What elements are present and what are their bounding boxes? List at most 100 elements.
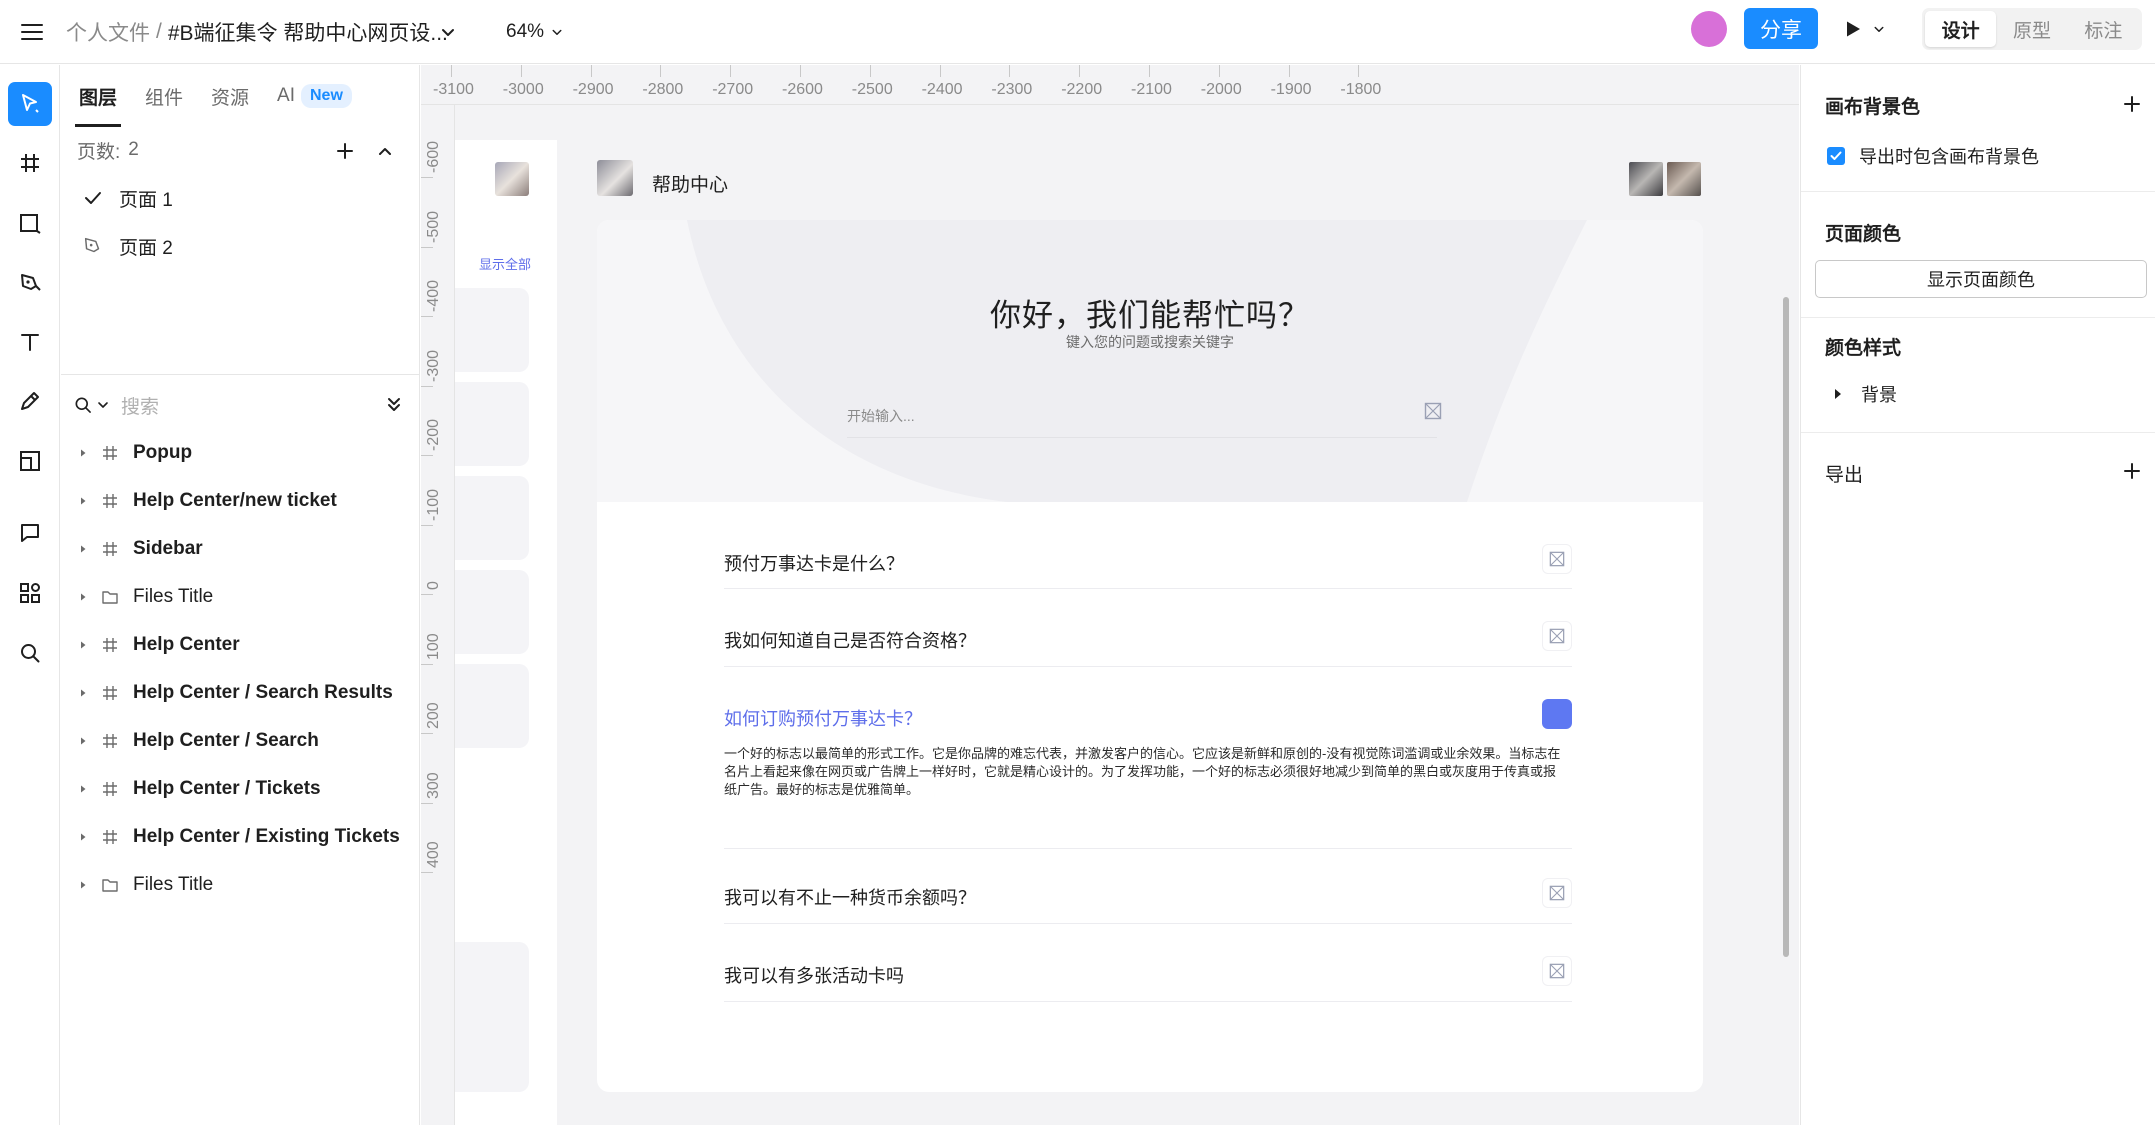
file-name[interactable]: #B端征集令 帮助中心网页设... bbox=[168, 17, 448, 47]
show-all-link[interactable]: 显示全部 bbox=[479, 254, 531, 273]
menu-icon[interactable] bbox=[14, 14, 50, 50]
tab-components[interactable]: 组件 bbox=[145, 65, 183, 127]
caret-right-icon[interactable] bbox=[75, 688, 91, 698]
caret-right-icon[interactable] bbox=[75, 544, 91, 554]
layer-row[interactable]: Help Center/new ticket bbox=[75, 481, 415, 521]
expand-all-button[interactable] bbox=[381, 391, 407, 417]
ruler-label: -1800 bbox=[1340, 81, 1382, 98]
search-tool[interactable] bbox=[8, 631, 52, 675]
comment-tool[interactable] bbox=[8, 511, 52, 555]
layer-row[interactable]: Files Title bbox=[75, 577, 415, 617]
page-name: 页面 2 bbox=[119, 237, 173, 259]
search-input[interactable]: 搜索 bbox=[121, 392, 159, 419]
frame-icon bbox=[21, 154, 39, 172]
faq-toggle[interactable] bbox=[1542, 621, 1572, 651]
panel-tabs: 图层 组件 资源 AI New bbox=[61, 65, 420, 127]
collapse-pages-button[interactable] bbox=[371, 137, 399, 165]
share-button[interactable]: 分享 bbox=[1744, 8, 1818, 49]
zoom-control[interactable]: 64% bbox=[506, 16, 566, 48]
tab-design[interactable]: 设计 bbox=[1925, 11, 1997, 47]
faq-toggle[interactable] bbox=[1542, 878, 1572, 908]
faq-divider bbox=[724, 588, 1572, 589]
ruler-tick bbox=[421, 663, 433, 665]
show-page-color-button[interactable]: 显示页面颜色 bbox=[1815, 260, 2147, 298]
tab-layers[interactable]: 图层 bbox=[74, 65, 122, 127]
caret-right-icon[interactable] bbox=[75, 592, 91, 602]
user-avatar-image bbox=[1667, 162, 1701, 196]
layer-row[interactable]: Sidebar bbox=[75, 529, 415, 569]
ruler-tick bbox=[421, 594, 433, 595]
add-canvas-bg-button[interactable] bbox=[2119, 91, 2145, 117]
add-page-button[interactable] bbox=[331, 137, 359, 165]
pencil-tool[interactable] bbox=[8, 379, 52, 423]
image-placeholder-icon bbox=[1549, 963, 1565, 979]
layer-row[interactable]: Help Center / Tickets bbox=[75, 769, 415, 809]
checkbox-checked[interactable] bbox=[1827, 147, 1845, 165]
page-item-1[interactable]: 页面 1 bbox=[81, 178, 401, 218]
layer-row[interactable]: Help Center / Existing Tickets bbox=[75, 817, 415, 857]
faq-toggle[interactable] bbox=[1542, 699, 1572, 729]
layer-row[interactable]: Help Center / Search Results bbox=[75, 673, 415, 713]
faq-toggle[interactable] bbox=[1542, 544, 1572, 574]
tab-prototype[interactable]: 原型 bbox=[1996, 11, 2067, 47]
caret-right-icon[interactable] bbox=[75, 496, 91, 506]
ruler-label: -2200 bbox=[1061, 81, 1103, 98]
ruler-label: -2700 bbox=[712, 81, 754, 98]
page-item-2[interactable]: 页面 2 bbox=[81, 226, 401, 266]
help-center-frame[interactable]: 帮助中心 你好，我们能帮忙吗？ 键入您的问题或搜索关键字 开始输入... 预付万… bbox=[597, 140, 1703, 1100]
layer-row[interactable]: Help Center bbox=[75, 625, 415, 665]
caret-right-icon[interactable] bbox=[75, 832, 91, 842]
caret-right-icon[interactable] bbox=[75, 784, 91, 794]
faq-question: 如何订购预付万事达卡？ bbox=[724, 709, 922, 729]
layer-row[interactable]: Help Center / Search bbox=[75, 721, 415, 761]
hero-subheading: 键入您的问题或搜索关键字 bbox=[1066, 334, 1234, 350]
sidebar-card bbox=[455, 570, 529, 654]
ruler-tick bbox=[1218, 65, 1220, 77]
ruler-label: -1900 bbox=[1270, 81, 1312, 98]
pen-tool[interactable] bbox=[8, 261, 52, 305]
caret-right-icon[interactable] bbox=[75, 448, 91, 458]
plugins-tool[interactable] bbox=[8, 571, 52, 615]
chevron-down-icon bbox=[98, 402, 108, 408]
tab-inspect[interactable]: 标注 bbox=[2068, 11, 2139, 47]
sidebar-card bbox=[455, 288, 529, 372]
layer-name: Help Center/new ticket bbox=[133, 490, 337, 511]
faq-divider bbox=[724, 848, 1572, 849]
layer-row[interactable]: Files Title bbox=[75, 865, 415, 905]
canvas-bg-title: 画布背景色 bbox=[1825, 97, 1921, 118]
zoom-value: 64% bbox=[506, 21, 545, 42]
frame-tool[interactable] bbox=[8, 141, 52, 185]
properties-panel: 画布背景色 导出时包含画布背景色 页面颜色 显示页面颜色 颜色样式 背景 导出 bbox=[1800, 65, 2155, 1125]
slice-tool[interactable] bbox=[8, 439, 52, 483]
chevron-down-icon bbox=[1874, 26, 1884, 32]
tab-assets[interactable]: 资源 bbox=[211, 65, 249, 127]
caret-right-icon[interactable] bbox=[75, 736, 91, 746]
present-button[interactable] bbox=[1844, 14, 1892, 44]
include-bg-option[interactable]: 导出时包含画布背景色 bbox=[1827, 141, 2039, 171]
color-style-item-background[interactable]: 背景 bbox=[1831, 379, 1897, 409]
rectangle-tool[interactable] bbox=[8, 201, 52, 245]
ruler-tick bbox=[1079, 65, 1081, 77]
user-avatar[interactable] bbox=[1691, 11, 1727, 47]
add-export-button[interactable] bbox=[2119, 458, 2145, 484]
chevron-down-icon[interactable] bbox=[436, 20, 460, 44]
help-search-field[interactable]: 开始输入... bbox=[847, 390, 1442, 438]
image-placeholder-icon bbox=[1549, 551, 1565, 567]
faq-question: 预付万事达卡是什么？ bbox=[724, 554, 904, 574]
text-tool[interactable] bbox=[8, 320, 52, 364]
ruler-tick bbox=[421, 524, 433, 526]
layer-row[interactable]: Popup bbox=[75, 433, 415, 473]
canvas[interactable]: -3100 -3000 -2900 -2800 -2700 -2600 -2500 -2400… bbox=[421, 65, 1799, 1125]
canvas-scrollbar[interactable] bbox=[1783, 297, 1789, 957]
ruler-tick bbox=[451, 65, 452, 77]
caret-right-icon[interactable] bbox=[75, 880, 91, 890]
sidebar-frame[interactable]: 显示全部 bbox=[455, 140, 557, 1125]
move-tool[interactable] bbox=[8, 82, 52, 126]
breadcrumb-root[interactable]: 个人文件 bbox=[66, 17, 150, 47]
faq-toggle[interactable] bbox=[1542, 956, 1572, 986]
ruler-tick bbox=[800, 65, 801, 77]
tab-ai[interactable]: AI New bbox=[277, 65, 352, 127]
caret-right-icon[interactable] bbox=[75, 640, 91, 650]
layer-name: Files Title bbox=[133, 586, 214, 607]
layer-search[interactable]: 搜索 bbox=[73, 385, 409, 425]
